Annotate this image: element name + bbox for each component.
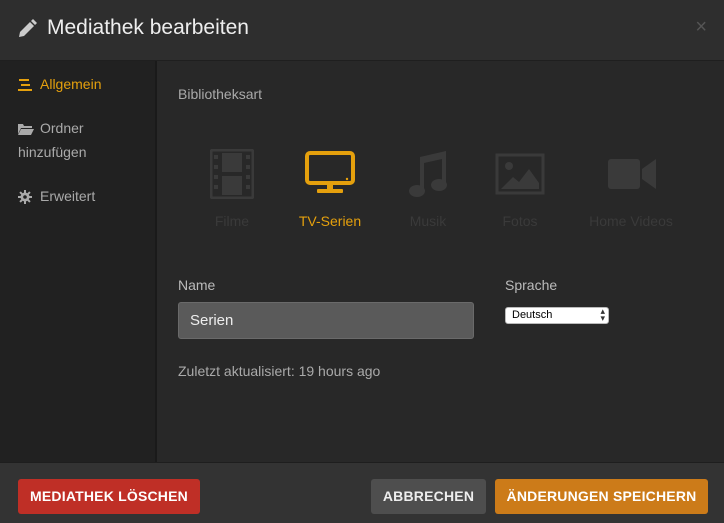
name-input[interactable] bbox=[178, 302, 474, 339]
film-icon bbox=[210, 149, 254, 199]
last-updated-text: Zuletzt aktualisiert: 19 hours ago bbox=[178, 363, 381, 379]
sidebar-item-add-folder[interactable]: Ordner hinzufügen bbox=[18, 116, 138, 164]
dialog-title: Mediathek bearbeiten bbox=[47, 16, 249, 39]
type-option-photos[interactable]: Fotos bbox=[489, 149, 551, 229]
general-settings-panel: Bibliotheksart Filme TV-Serien Musik Fot… bbox=[159, 61, 724, 462]
type-option-movies[interactable]: Filme bbox=[201, 149, 263, 229]
tv-icon bbox=[305, 151, 355, 193]
sidebar-item-advanced[interactable]: Erweitert bbox=[18, 184, 95, 208]
dialog-header: Mediathek bearbeiten × bbox=[0, 0, 724, 61]
close-icon[interactable]: × bbox=[695, 16, 707, 38]
sidebar-item-label: Erweitert bbox=[40, 188, 96, 204]
type-option-music[interactable]: Musik bbox=[397, 149, 459, 229]
library-type-picker: Filme TV-Serien Musik Fotos Home Videos bbox=[159, 149, 724, 239]
language-label: Sprache bbox=[505, 277, 558, 293]
type-option-tv-shows[interactable]: TV-Serien bbox=[290, 149, 370, 229]
type-label: Filme bbox=[214, 213, 250, 229]
sidebar-item-label: Allgemein bbox=[40, 76, 102, 92]
list-icon bbox=[18, 79, 34, 92]
type-label: TV-Serien bbox=[298, 213, 362, 229]
type-label: Musik bbox=[409, 213, 447, 229]
delete-library-button[interactable]: MEDIATHEK LÖSCHEN bbox=[18, 479, 200, 514]
edit-library-dialog: Mediathek bearbeiten × Allgemein Ordner … bbox=[0, 0, 724, 523]
chevron-up-down-icon: ▴ ▾ bbox=[600, 306, 605, 323]
save-changes-button[interactable]: ÄNDERUNGEN SPEICHERN bbox=[495, 479, 708, 514]
type-label: Home Videos bbox=[589, 213, 673, 229]
cancel-button[interactable]: ABBRECHEN bbox=[371, 479, 486, 514]
language-select-value: Deutsch bbox=[512, 309, 553, 321]
pencil-icon bbox=[17, 19, 37, 39]
dialog-footer: MEDIATHEK LÖSCHEN ABBRECHEN ÄNDERUNGEN S… bbox=[0, 462, 724, 523]
language-select[interactable]: Deutsch ▴ ▾ bbox=[505, 307, 609, 324]
sidebar-item-general[interactable]: Allgemein bbox=[18, 72, 101, 96]
photo-icon bbox=[495, 153, 545, 195]
gear-icon bbox=[18, 190, 34, 205]
folder-icon bbox=[18, 123, 34, 136]
type-option-home-videos[interactable]: Home Videos bbox=[581, 149, 681, 229]
video-camera-icon bbox=[608, 159, 656, 189]
type-label: Fotos bbox=[502, 213, 538, 229]
name-label: Name bbox=[178, 277, 216, 293]
music-icon bbox=[409, 151, 447, 197]
settings-sidebar: Allgemein Ordner hinzufügen Erweitert bbox=[0, 61, 157, 462]
library-type-label: Bibliotheksart bbox=[178, 86, 263, 102]
